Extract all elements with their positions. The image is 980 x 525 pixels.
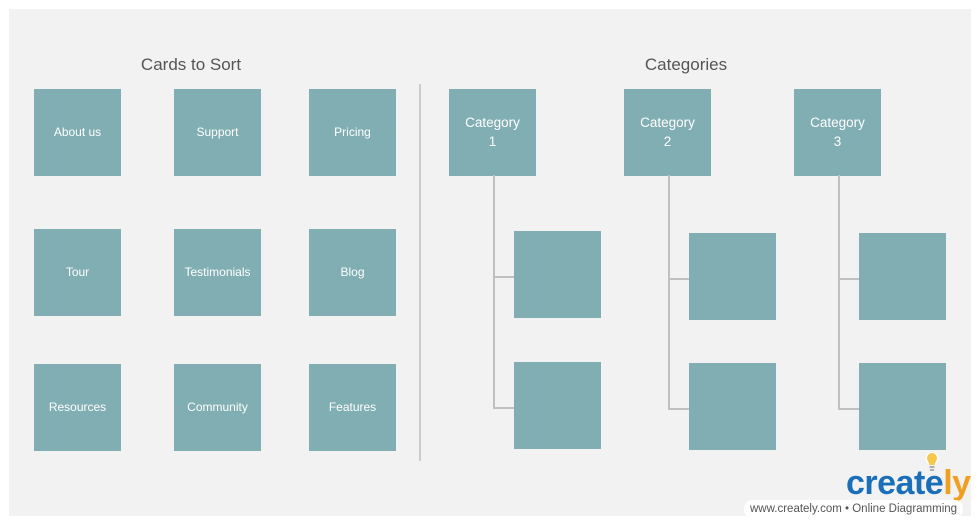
category-2-connector-vertical (668, 175, 670, 410)
category-1-connector-branch-2 (493, 407, 514, 409)
diagram-canvas (9, 9, 971, 516)
category-2-connector-branch-2 (668, 408, 689, 410)
creately-logo: creately (846, 464, 971, 502)
card-features[interactable]: Features (309, 364, 396, 451)
card-resources[interactable]: Resources (34, 364, 121, 451)
card-about-us[interactable]: About us (34, 89, 121, 176)
creately-watermark[interactable]: creately www.creately.com • Online Diagr… (742, 452, 974, 522)
category-3-slot-1[interactable] (859, 233, 946, 320)
category-1-slot-1[interactable] (514, 231, 601, 318)
category-3-connector-branch-2 (838, 408, 859, 410)
category-2-slot-2[interactable] (689, 363, 776, 450)
card-pricing[interactable]: Pricing (309, 89, 396, 176)
card-testimonials[interactable]: Testimonials (174, 229, 261, 316)
category-3-connector-vertical (838, 175, 840, 410)
category-1-connector-vertical (493, 175, 495, 408)
creately-tagline: www.creately.com • Online Diagramming (744, 500, 964, 518)
category-2-header[interactable]: Category 2 (624, 89, 711, 176)
card-support[interactable]: Support (174, 89, 261, 176)
category-1-slot-2[interactable] (514, 362, 601, 449)
cards-to-sort-title: Cards to Sort (140, 55, 242, 74)
card-community[interactable]: Community (174, 364, 261, 451)
category-1-header[interactable]: Category 1 (449, 89, 536, 176)
category-2-connector-branch-1 (668, 278, 689, 280)
category-3-header[interactable]: Category 3 (794, 89, 881, 176)
card-blog[interactable]: Blog (309, 229, 396, 316)
categories-title: Categories (644, 55, 728, 74)
category-3-connector-branch-1 (838, 278, 859, 280)
section-divider (419, 84, 421, 461)
category-1-connector-branch-1 (493, 276, 514, 278)
category-2-slot-1[interactable] (689, 233, 776, 320)
category-3-slot-2[interactable] (859, 363, 946, 450)
card-tour[interactable]: Tour (34, 229, 121, 316)
